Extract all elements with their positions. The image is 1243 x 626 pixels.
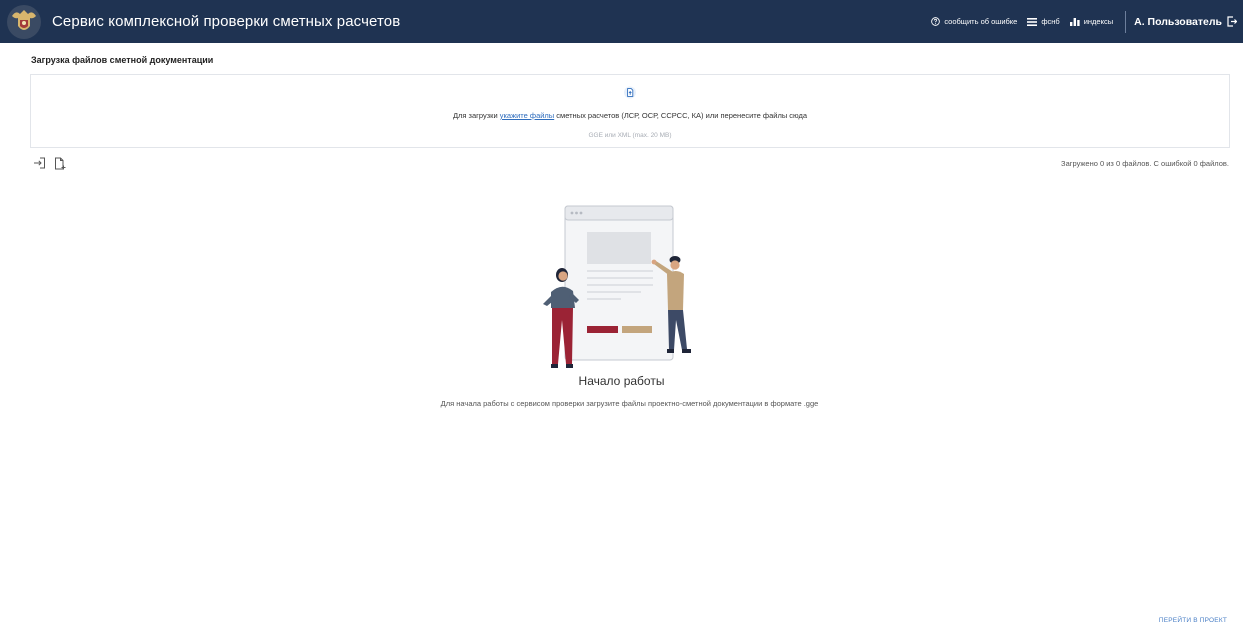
dropzone-text-before: Для загрузки <box>452 111 500 120</box>
header-divider <box>1125 10 1127 33</box>
goto-project-button[interactable]: перейти в проект <box>1159 617 1227 624</box>
indexes-label: индексы <box>1083 17 1114 26</box>
fsnb-link[interactable]: фснб <box>1027 17 1060 26</box>
indexes-link[interactable]: индексы <box>1069 17 1114 26</box>
dropzone-hint: GGE или XML (max. 20 MB) <box>588 132 672 139</box>
list-icon <box>1027 17 1038 26</box>
user-name[interactable]: А. Пользователь <box>1134 16 1222 28</box>
logo-emblem-icon <box>7 4 41 39</box>
header-actions: сообщить об ошибке фснб индексы А. Польз… <box>931 0 1243 43</box>
top-bar: Сервис комплексной проверки сметных расч… <box>0 0 1243 43</box>
dropzone-instructions: Для загрузки укажите файлы сметных расче… <box>31 111 1229 120</box>
dropzone-text-after: сметных расчетов (ЛСР, ОСР, ССРСС, КА) и… <box>554 111 808 120</box>
upload-status: Загружено 0 из 0 файлов. С ошибкой 0 фай… <box>1061 159 1229 168</box>
new-file-icon[interactable] <box>54 157 66 170</box>
empty-state-illustration <box>543 205 691 368</box>
bar-chart-icon <box>1069 18 1080 26</box>
empty-state-title: Начало работы <box>578 374 665 388</box>
import-icon[interactable] <box>33 157 46 170</box>
empty-state-description: Для начала работы с сервисом проверки за… <box>440 399 819 408</box>
upload-section-title: Загрузка файлов сметной документации <box>31 55 214 65</box>
logout-icon[interactable] <box>1227 16 1237 27</box>
fsnb-label: фснб <box>1041 17 1060 26</box>
file-dropzone[interactable]: Для загрузки укажите файлы сметных расче… <box>30 74 1230 148</box>
select-files-link[interactable]: укажите файлы <box>500 111 554 120</box>
app-title: Сервис комплексной проверки сметных расч… <box>52 13 401 30</box>
help-circle-icon <box>931 17 941 26</box>
report-error-label: сообщить об ошибке <box>944 17 1018 26</box>
file-toolbar <box>33 157 74 170</box>
report-error-link[interactable]: сообщить об ошибке <box>931 17 1017 26</box>
file-upload-icon <box>624 86 636 99</box>
